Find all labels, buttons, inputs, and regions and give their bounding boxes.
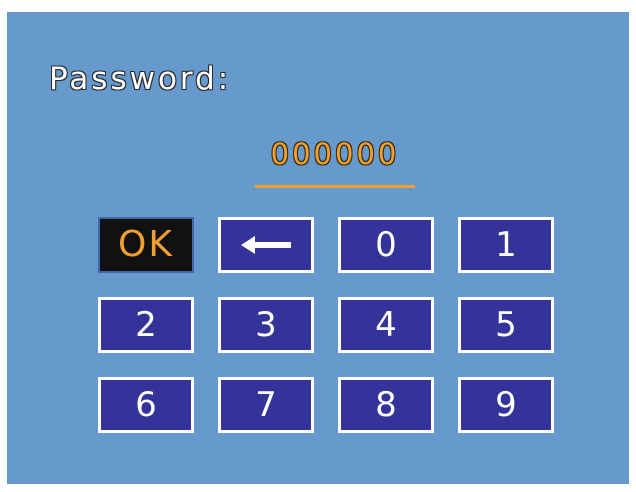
- key-0[interactable]: 0: [338, 217, 434, 273]
- password-dialog: Password: 000000 OK 0 1 2 3 4 5 6 7 8 9: [7, 12, 629, 484]
- key-8[interactable]: 8: [338, 377, 434, 433]
- key-2[interactable]: 2: [98, 297, 194, 353]
- backspace-button[interactable]: [218, 217, 314, 273]
- key-1[interactable]: 1: [458, 217, 554, 273]
- key-7[interactable]: 7: [218, 377, 314, 433]
- key-9[interactable]: 9: [458, 377, 554, 433]
- key-4[interactable]: 4: [338, 297, 434, 353]
- key-5[interactable]: 5: [458, 297, 554, 353]
- password-field[interactable]: 000000: [255, 140, 415, 169]
- key-6[interactable]: 6: [98, 377, 194, 433]
- left-arrow-icon: [241, 236, 291, 254]
- ok-button[interactable]: OK: [98, 217, 194, 273]
- password-underline: [255, 185, 415, 188]
- key-3[interactable]: 3: [218, 297, 314, 353]
- password-label: Password:: [49, 61, 232, 97]
